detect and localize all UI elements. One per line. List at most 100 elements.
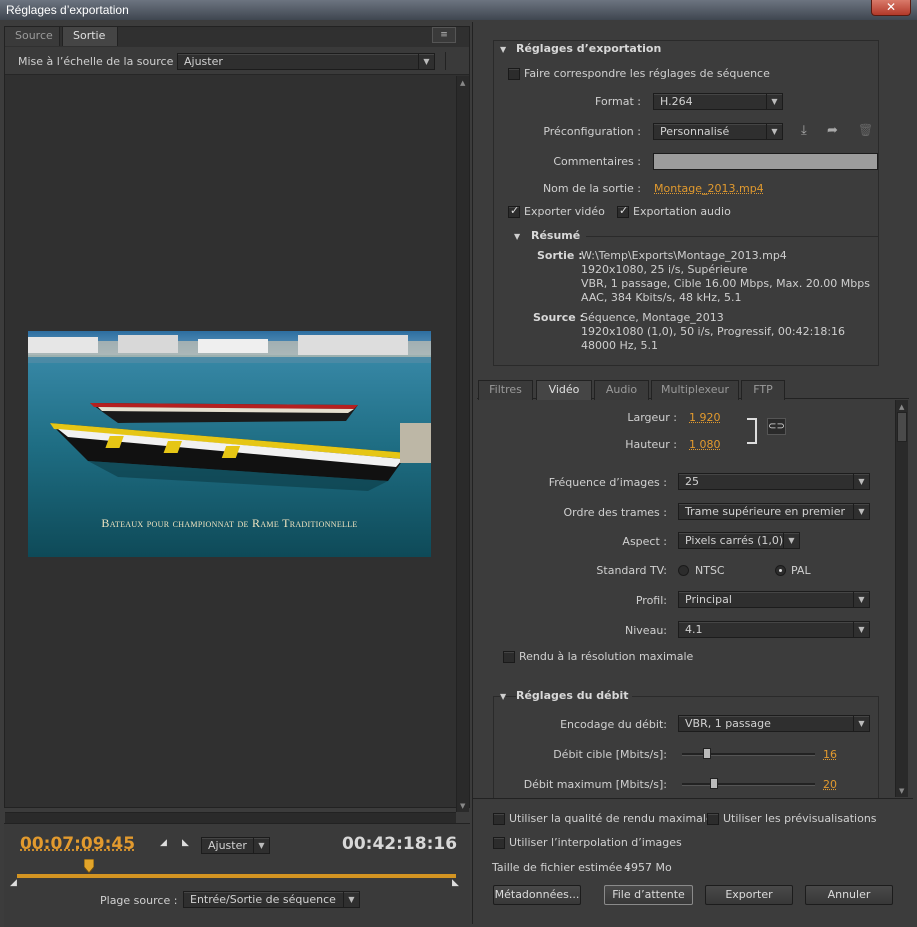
- ntsc-label: NTSC: [695, 564, 725, 577]
- close-button[interactable]: ✕: [871, 0, 911, 16]
- height-value[interactable]: 1 080: [689, 438, 721, 451]
- export-audio-checkbox[interactable]: [617, 204, 629, 218]
- aspect-value: Pixels carrés (1,0): [685, 534, 784, 547]
- playhead-handle[interactable]: [83, 858, 95, 875]
- aspect-dropdown[interactable]: Pixels carrés (1,0) ▼: [678, 532, 800, 549]
- chevron-down-icon: ▼: [253, 838, 269, 853]
- max-bitrate-value[interactable]: 20: [823, 778, 837, 791]
- fit-dropdown[interactable]: Ajuster ▼: [201, 837, 270, 854]
- field-order-value: Trame supérieure en premier: [685, 505, 845, 518]
- scale-dropdown[interactable]: Ajuster ▼: [177, 53, 435, 70]
- level-dropdown[interactable]: 4.1 ▼: [678, 621, 870, 638]
- comments-label: Commentaires :: [553, 155, 641, 168]
- preview-scrollbar[interactable]: ▲ ▼: [456, 76, 469, 812]
- max-bitrate-slider[interactable]: [682, 778, 815, 789]
- tab-ftp[interactable]: FTP: [741, 380, 785, 400]
- preview-caption: Bateaux pour championnat de Rame Traditi…: [101, 516, 358, 530]
- scroll-down-icon[interactable]: ▼: [460, 802, 465, 810]
- max-bitrate-thumb[interactable]: [709, 778, 718, 789]
- timeline-bar[interactable]: [17, 874, 456, 878]
- tab-multiplexeur[interactable]: Multiplexeur: [651, 380, 739, 400]
- title-bar: Réglages d’exportation ✕: [0, 0, 917, 20]
- match-sequence-checkbox[interactable]: [508, 68, 520, 80]
- scroll-down-icon[interactable]: ▼: [899, 787, 904, 795]
- scroll-up-icon[interactable]: ▲: [899, 403, 904, 411]
- summary-source-label: Source :: [533, 311, 584, 324]
- link-icon[interactable]: ⊂⊃: [767, 418, 786, 435]
- level-label: Niveau:: [625, 624, 667, 637]
- tab-audio[interactable]: Audio: [594, 380, 649, 400]
- scale-label: Mise à l’échelle de la source :: [18, 55, 181, 68]
- chevron-down-icon: ▼: [783, 533, 799, 548]
- current-timecode[interactable]: 00:07:09:45: [20, 834, 135, 854]
- previews-label: Utiliser les prévisualisations: [723, 812, 877, 825]
- fps-dropdown[interactable]: 25 ▼: [678, 473, 870, 490]
- previews-checkbox[interactable]: [707, 813, 719, 825]
- collapse-icon[interactable]: ▼: [500, 45, 506, 54]
- preview-image: Bateaux pour championnat de Rame Traditi…: [28, 331, 431, 557]
- summary-output-lines: W:\Temp\Exports\Montage_2013.mp4 1920x10…: [581, 249, 870, 305]
- width-value[interactable]: 1 920: [689, 411, 721, 424]
- video-scrollbar[interactable]: ▲ ▼: [895, 400, 908, 797]
- target-bitrate-slider[interactable]: [682, 748, 815, 759]
- summary-line: 1920x1080, 25 i/s, Supérieure: [581, 263, 748, 276]
- save-preset-icon[interactable]: ⤓: [801, 123, 807, 138]
- tab-filtres[interactable]: Filtres: [478, 380, 533, 400]
- tab-source[interactable]: Source: [4, 26, 60, 46]
- set-out-icon[interactable]: ◣: [182, 838, 189, 848]
- out-point-icon[interactable]: ◣: [452, 878, 459, 888]
- import-preset-icon[interactable]: ➦: [827, 123, 838, 138]
- target-bitrate-value[interactable]: 16: [823, 748, 837, 761]
- preset-dropdown[interactable]: Personnalisé ▼: [653, 123, 783, 140]
- max-quality-checkbox[interactable]: [493, 813, 505, 825]
- preview-hscrollbar[interactable]: [5, 812, 456, 823]
- panel-menu-icon[interactable]: ≡: [432, 27, 456, 43]
- output-name-link[interactable]: Montage_2013.mp4: [654, 182, 764, 195]
- profile-dropdown[interactable]: Principal ▼: [678, 591, 870, 608]
- interpolation-checkbox[interactable]: [493, 837, 505, 849]
- profile-label: Profil:: [635, 594, 667, 607]
- tv-standard-label: Standard TV:: [596, 564, 667, 577]
- summary-collapse-icon[interactable]: ▼: [514, 232, 520, 241]
- interpolation-label: Utiliser l’interpolation d’images: [509, 836, 682, 849]
- pal-radio[interactable]: [775, 565, 786, 576]
- tab-video[interactable]: Vidéo: [536, 380, 592, 400]
- summary-line: 48000 Hz, 5.1: [581, 339, 659, 352]
- tab-sortie[interactable]: Sortie: [62, 26, 118, 46]
- target-bitrate-label: Débit cible [Mbits/s]:: [553, 748, 667, 761]
- format-dropdown[interactable]: H.264 ▼: [653, 93, 783, 110]
- ntsc-radio[interactable]: [678, 565, 689, 576]
- encoding-dropdown[interactable]: VBR, 1 passage ▼: [678, 715, 870, 732]
- summary-title: Résumé: [531, 229, 581, 242]
- export-video-checkbox[interactable]: [508, 204, 520, 218]
- max-res-checkbox[interactable]: [503, 651, 515, 663]
- export-button[interactable]: Exporter: [705, 885, 793, 905]
- total-timecode: 00:42:18:16: [342, 834, 458, 854]
- scale-value: Ajuster: [184, 55, 223, 68]
- scroll-up-icon[interactable]: ▲: [460, 79, 465, 87]
- delete-preset-icon[interactable]: 🗑: [858, 123, 873, 137]
- scroll-thumb[interactable]: [897, 412, 907, 442]
- bitrate-title: Réglages du débit: [516, 689, 633, 702]
- field-order-dropdown[interactable]: Trame supérieure en premier ▼: [678, 503, 870, 520]
- in-point-icon[interactable]: ◢: [10, 878, 17, 888]
- summary-line: W:\Temp\Exports\Montage_2013.mp4: [581, 249, 787, 262]
- max-quality-label: Utiliser la qualité de rendu maximale: [509, 812, 713, 825]
- cancel-button[interactable]: Annuler: [805, 885, 893, 905]
- preset-value: Personnalisé: [660, 125, 730, 138]
- comments-input[interactable]: [653, 153, 878, 170]
- bitrate-collapse-icon[interactable]: ▼: [500, 692, 507, 701]
- metadata-button[interactable]: Métadonnées...: [493, 885, 581, 905]
- pal-label: PAL: [791, 564, 811, 577]
- chevron-down-icon: ▼: [766, 94, 782, 109]
- export-audio-label: Exportation audio: [633, 205, 731, 218]
- encoding-label: Encodage du débit:: [560, 718, 667, 731]
- set-in-icon[interactable]: ◢: [160, 838, 167, 848]
- field-order-label: Ordre des trames :: [563, 506, 668, 519]
- window-title: Réglages d’exportation: [6, 3, 129, 17]
- divider: [473, 798, 913, 799]
- target-bitrate-thumb[interactable]: [703, 748, 712, 759]
- range-label: Plage source :: [100, 894, 178, 907]
- range-dropdown[interactable]: Entrée/Sortie de séquence ▼: [183, 891, 360, 908]
- queue-button[interactable]: File d’attente: [604, 885, 693, 905]
